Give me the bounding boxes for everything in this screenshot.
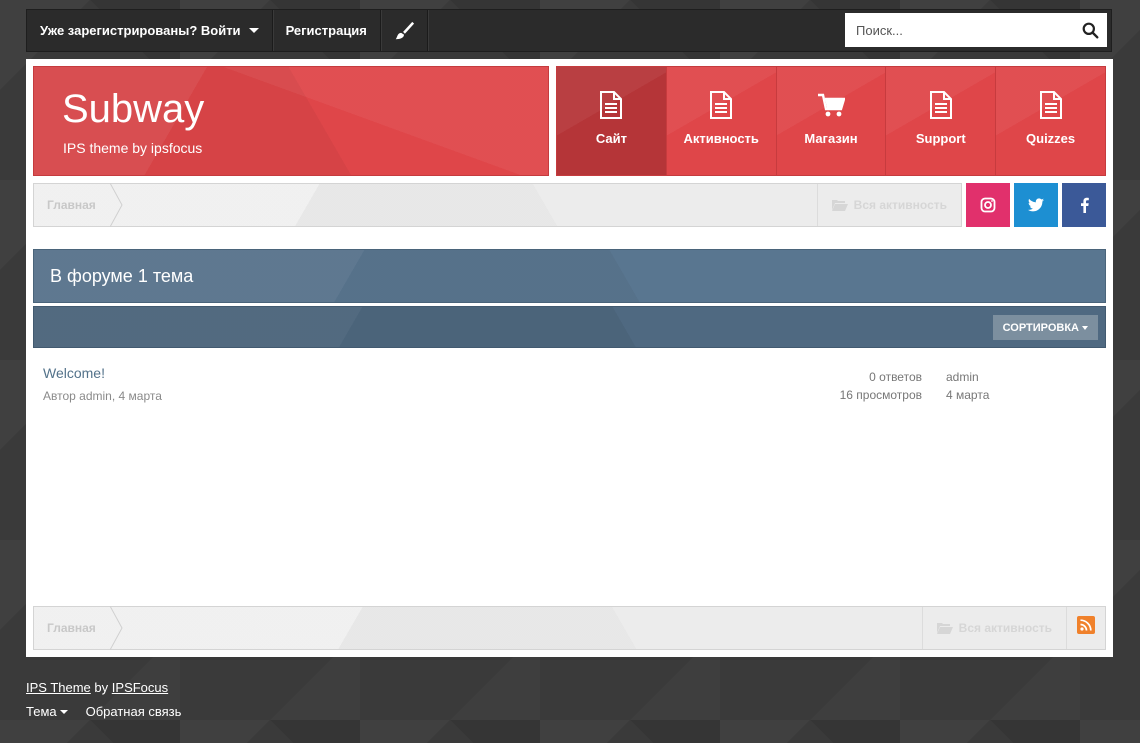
theme-selector-label: Тема — [26, 704, 57, 719]
chevron-down-icon — [59, 710, 68, 714]
topic-author-prefix: Автор — [43, 389, 76, 403]
all-activity-label: Вся активность — [958, 621, 1052, 635]
document-icon — [710, 91, 733, 119]
breadcrumb-bottom: Главная Вся активность — [33, 606, 1106, 650]
credit-by: by — [94, 680, 109, 695]
document-icon — [929, 91, 952, 119]
site-title[interactable]: Subway — [62, 87, 204, 132]
nav-tab-label: Сайт — [595, 131, 627, 146]
site-subtitle: IPS theme by ipsfocus — [63, 140, 203, 156]
topic-title-link[interactable]: Welcome! — [43, 365, 105, 381]
nav-tab-activity[interactable]: Активность — [666, 67, 777, 175]
nav-tab-support[interactable]: Support — [886, 67, 997, 175]
last-post-user[interactable]: admin — [946, 368, 989, 386]
all-activity-link[interactable]: Вся активность — [816, 184, 961, 226]
author-credit-link[interactable]: IPSFocus — [112, 680, 168, 695]
search-icon — [1082, 22, 1098, 38]
breadcrumb-separator-icon — [110, 606, 123, 650]
last-post-date[interactable]: 4 марта — [946, 386, 989, 404]
folder-open-icon — [936, 623, 953, 634]
facebook-button[interactable] — [1062, 183, 1106, 227]
nav-tab-quizzes[interactable]: Quizzes — [996, 67, 1105, 175]
nav-tab-store[interactable]: Магазин — [776, 67, 887, 175]
footer-links: Тема Обратная связь — [26, 704, 181, 719]
theme-selector[interactable]: Тема — [26, 704, 68, 719]
search-input[interactable] — [845, 13, 1073, 47]
instagram-icon — [980, 197, 996, 213]
nav-tab-label: Quizzes — [1026, 131, 1076, 146]
theme-editor-button[interactable] — [381, 10, 428, 51]
register-link[interactable]: Регистрация — [273, 10, 381, 51]
nav-tab-site[interactable]: Сайт — [557, 67, 667, 175]
topic-meta: Автор admin, 4 марта — [43, 389, 162, 403]
paintbrush-icon — [395, 21, 414, 39]
sort-button[interactable]: СОРТИРОВКА — [992, 315, 1098, 340]
document-icon — [1039, 91, 1062, 119]
twitter-button[interactable] — [1014, 183, 1058, 227]
instagram-button[interactable] — [966, 183, 1010, 227]
topic-stats: 0 ответов 16 просмотров — [840, 368, 922, 404]
chevron-down-icon — [248, 28, 259, 33]
nav-tab-label: Support — [915, 131, 966, 146]
feedback-link[interactable]: Обратная связь — [86, 704, 182, 719]
sort-label: СОРТИРОВКА — [1002, 321, 1079, 334]
topic-date: 4 марта — [118, 389, 162, 403]
topic-author-link[interactable]: admin — [79, 389, 112, 403]
search-button[interactable] — [1073, 13, 1107, 47]
main-nav: Сайт Активность Магазин Support Quizzes — [556, 66, 1106, 176]
facebook-icon — [1080, 197, 1089, 213]
all-activity-link[interactable]: Вся активность — [921, 607, 1067, 649]
rss-icon — [1080, 619, 1092, 631]
theme-credit-link[interactable]: IPS Theme — [26, 680, 91, 695]
site-header: Subway IPS theme by ipsfocus — [33, 66, 549, 176]
rss-button[interactable] — [1077, 616, 1095, 634]
signin-dropdown[interactable]: Уже зарегистрированы? Войти — [27, 10, 273, 51]
user-bar: Уже зарегистрированы? Войти Регистрация — [26, 9, 1112, 52]
all-activity-label: Вся активность — [853, 198, 947, 212]
register-label: Регистрация — [285, 23, 367, 38]
chevron-down-icon — [1082, 325, 1088, 330]
folder-open-icon — [831, 200, 848, 211]
forum-heading: В форуме 1 тема — [33, 249, 1106, 303]
search-box — [845, 13, 1107, 47]
breadcrumb-home[interactable]: Главная — [34, 184, 109, 226]
sort-bar: СОРТИРОВКА — [33, 306, 1106, 348]
twitter-icon — [1028, 198, 1044, 212]
footer-credit: IPS Theme by IPSFocus — [26, 680, 168, 695]
forum-heading-text: В форуме 1 тема — [50, 265, 194, 286]
topic-views: 16 просмотров — [839, 388, 922, 402]
breadcrumb-home[interactable]: Главная — [34, 607, 109, 649]
cart-icon — [817, 93, 845, 117]
breadcrumb-home-label: Главная — [47, 198, 96, 212]
nav-tab-label: Магазин — [804, 131, 858, 146]
nav-tab-label: Активность — [683, 131, 759, 146]
topic-replies: 0 ответов — [869, 370, 922, 384]
breadcrumb-home-label: Главная — [47, 621, 96, 635]
topic-last-post: admin 4 марта — [946, 368, 989, 404]
document-icon — [600, 91, 623, 119]
breadcrumb-separator-icon — [110, 183, 123, 227]
signin-label: Уже зарегистрированы? Войти — [40, 23, 241, 38]
breadcrumb: Главная Вся активность — [33, 183, 962, 227]
